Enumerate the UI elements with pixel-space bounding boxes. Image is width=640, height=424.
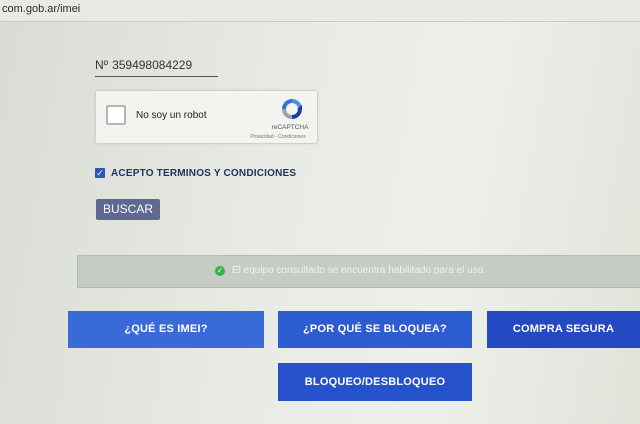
imei-value: 359498084229 xyxy=(112,58,193,72)
safe-purchase-button[interactable]: COMPRA SEGURA xyxy=(487,311,640,348)
terms-checkbox[interactable]: ✓ xyxy=(95,168,105,178)
why-block-button[interactable]: ¿POR QUÉ SE BLOQUEA? xyxy=(278,311,472,348)
recaptcha-brand: reCAPTCHA xyxy=(271,124,309,131)
recaptcha-links[interactable]: Privacidad - Condiciones xyxy=(242,134,314,140)
block-unblock-button[interactable]: BLOQUEO/DESBLOQUEO xyxy=(278,363,472,401)
terms-label: ACEPTO TERMINOS Y CONDICIONES xyxy=(111,167,297,179)
status-message: El equipo consultado se encuentra habili… xyxy=(232,265,487,276)
check-circle-icon: ✓ xyxy=(215,266,225,276)
recaptcha-widget: No soy un robot reCAPTCHA Privacidad - C… xyxy=(95,90,318,144)
url-text: com.gob.ar/imei xyxy=(2,3,81,15)
page: com.gob.ar/imei Nº 359498084229 No soy un… xyxy=(0,0,640,424)
recaptcha-icon xyxy=(282,99,302,119)
terms-checkbox-row[interactable]: ✓ ACEPTO TERMINOS Y CONDICIONES xyxy=(95,166,296,180)
imei-input[interactable]: Nº 359498084229 xyxy=(95,58,218,77)
address-bar[interactable]: com.gob.ar/imei xyxy=(0,0,640,22)
recaptcha-checkbox[interactable] xyxy=(106,105,126,125)
what-is-imei-button[interactable]: ¿QUÉ ES IMEI? xyxy=(68,311,264,348)
status-banner: ✓ El equipo consultado se encuentra habi… xyxy=(77,255,640,288)
recaptcha-label: No soy un robot xyxy=(136,110,207,121)
imei-prefix-label: Nº xyxy=(95,58,109,72)
search-button[interactable]: BUSCAR xyxy=(96,199,160,220)
